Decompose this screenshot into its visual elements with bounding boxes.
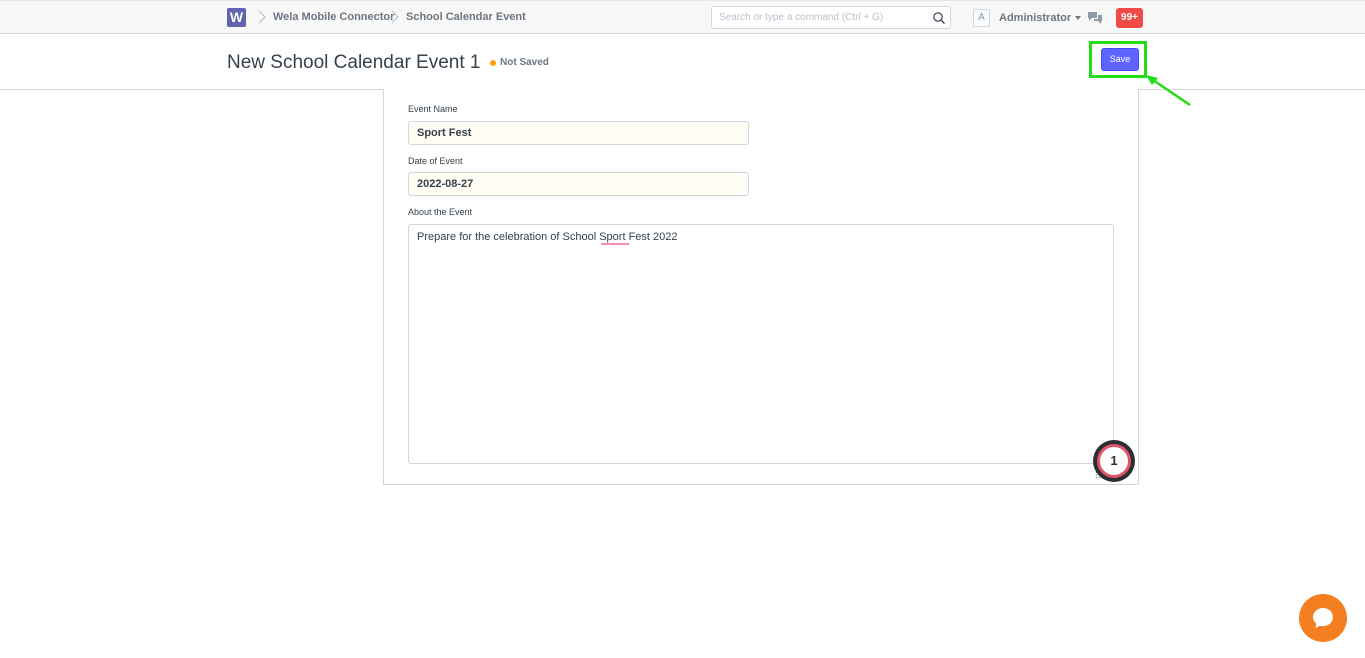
about-event-textarea[interactable]: Prepare for the celebration of School Sp… bbox=[408, 224, 1114, 464]
caret-down-icon bbox=[1075, 16, 1082, 21]
search-icon[interactable] bbox=[932, 11, 946, 25]
step-number-badge: 1 bbox=[1093, 440, 1135, 482]
event-name-field[interactable]: Sport Fest bbox=[408, 121, 749, 145]
date-of-event-field[interactable]: 2022-08-27 bbox=[408, 172, 749, 196]
page-title: New School Calendar Event 1 bbox=[227, 52, 481, 73]
avatar[interactable]: A bbox=[973, 9, 990, 27]
save-button[interactable]: Save bbox=[1101, 48, 1139, 71]
search-input[interactable] bbox=[719, 10, 927, 25]
status-label: Not Saved bbox=[500, 57, 549, 68]
search-box[interactable] bbox=[711, 6, 951, 29]
chevron-right-icon bbox=[258, 10, 266, 24]
arrow-annotation-icon bbox=[1146, 75, 1191, 107]
date-of-event-label: Date of Event bbox=[408, 156, 463, 166]
status-indicator bbox=[490, 60, 496, 66]
spellcheck-underline bbox=[601, 243, 629, 245]
event-name-label: Event Name bbox=[408, 104, 458, 114]
chat-launcher-button[interactable] bbox=[1299, 594, 1347, 642]
breadcrumb-school-calendar-event[interactable]: School Calendar Event bbox=[406, 11, 526, 23]
chevron-right-icon bbox=[391, 10, 399, 24]
user-menu[interactable]: Administrator bbox=[999, 12, 1082, 24]
breadcrumb-wela-mobile-connector[interactable]: Wela Mobile Connector bbox=[273, 11, 394, 23]
about-event-label: About the Event bbox=[408, 207, 473, 217]
app-logo[interactable]: W bbox=[227, 8, 246, 27]
step-number: 1 bbox=[1097, 444, 1131, 478]
notification-badge[interactable]: 99+ bbox=[1116, 8, 1143, 28]
chat-icon[interactable] bbox=[1087, 10, 1103, 25]
navbar: W Wela Mobile Connector School Calendar … bbox=[0, 0, 1365, 34]
chat-bubble-icon bbox=[1313, 608, 1333, 628]
user-name: Administrator bbox=[999, 12, 1072, 24]
